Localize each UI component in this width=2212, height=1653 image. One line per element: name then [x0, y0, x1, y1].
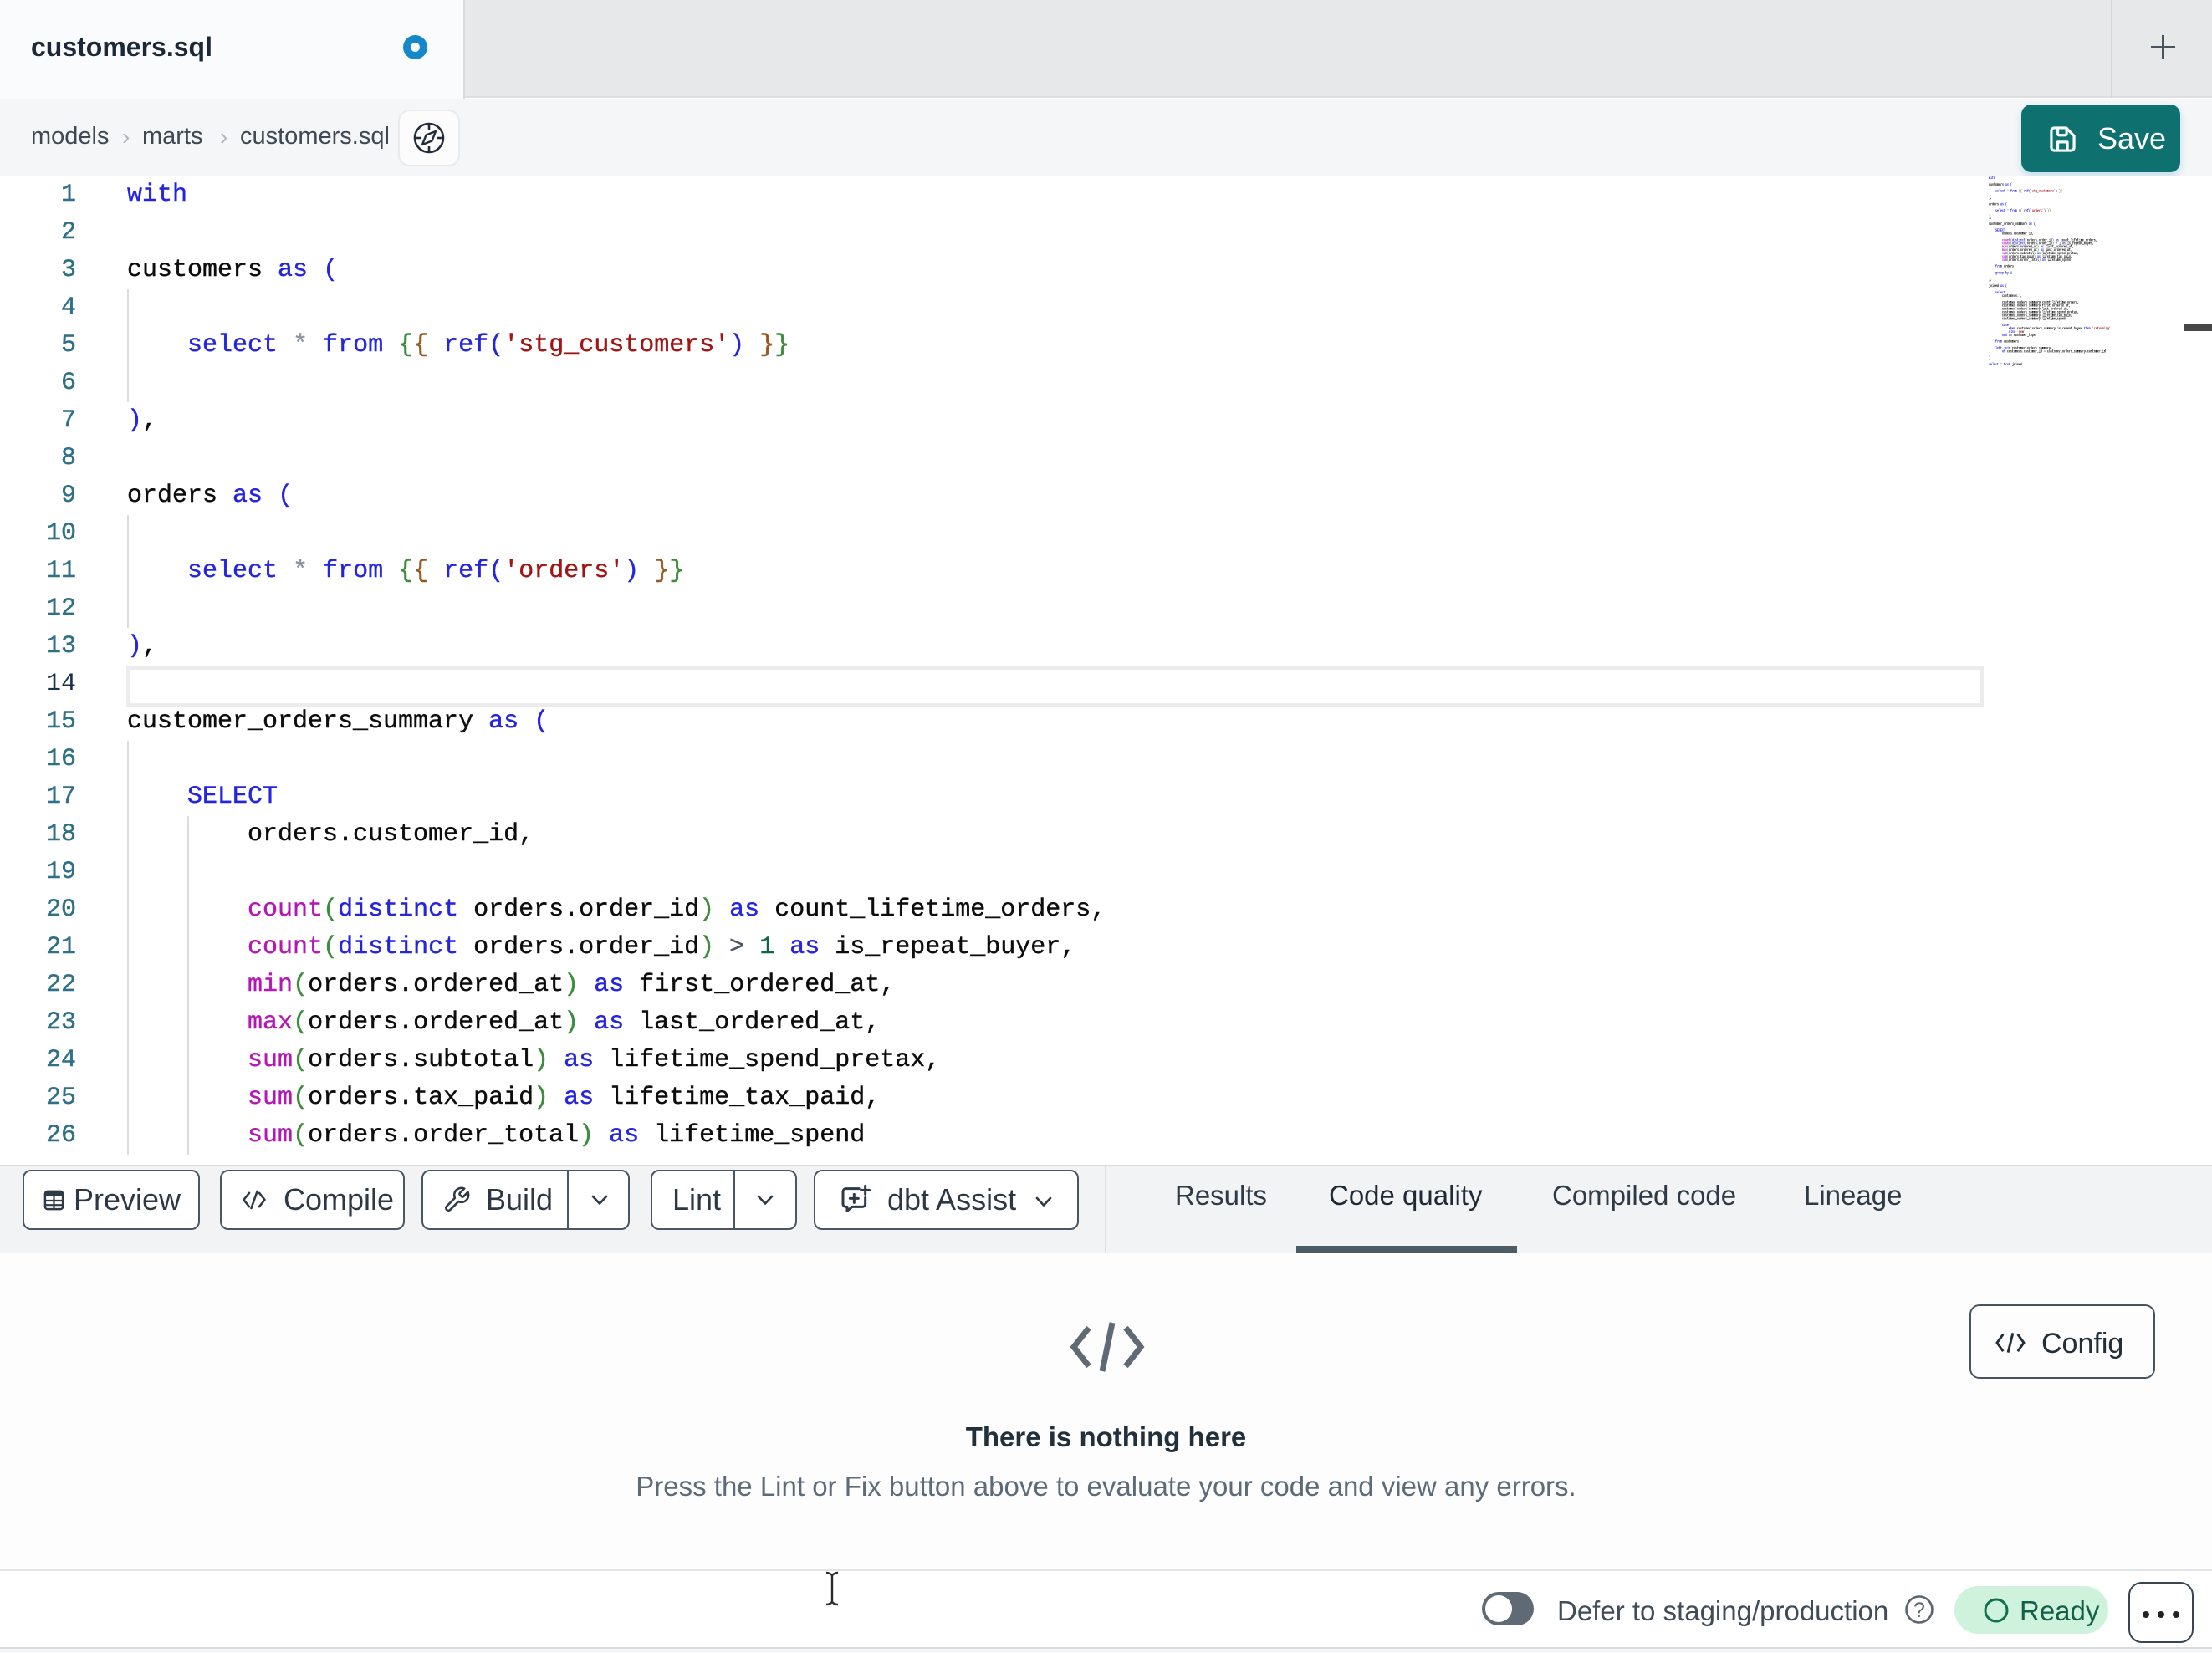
svg-text:?: ? [1913, 1599, 1925, 1622]
